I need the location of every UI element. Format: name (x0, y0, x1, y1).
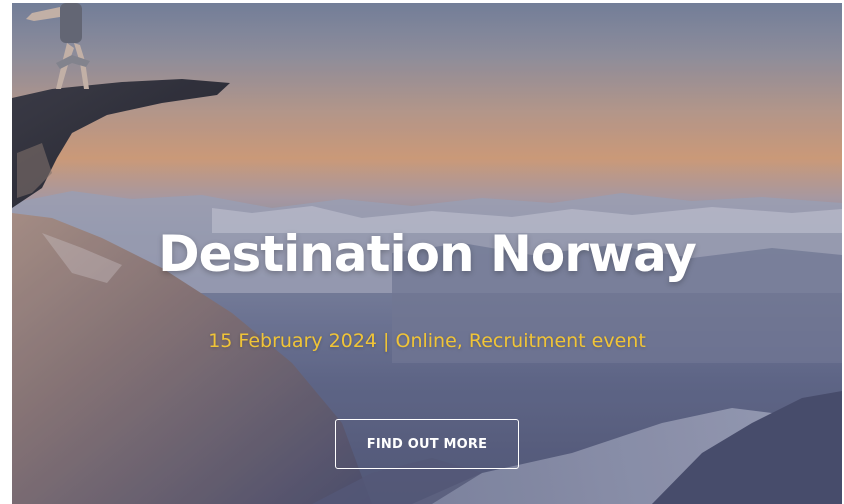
hero-title: Destination Norway (158, 225, 697, 283)
event-date-location: 15 February 2024 | Online, Recruitment e… (208, 330, 646, 352)
hero-banner: Destination Norway 15 February 2024 | On… (12, 3, 842, 504)
find-out-more-button[interactable]: FIND OUT MORE (335, 419, 519, 469)
